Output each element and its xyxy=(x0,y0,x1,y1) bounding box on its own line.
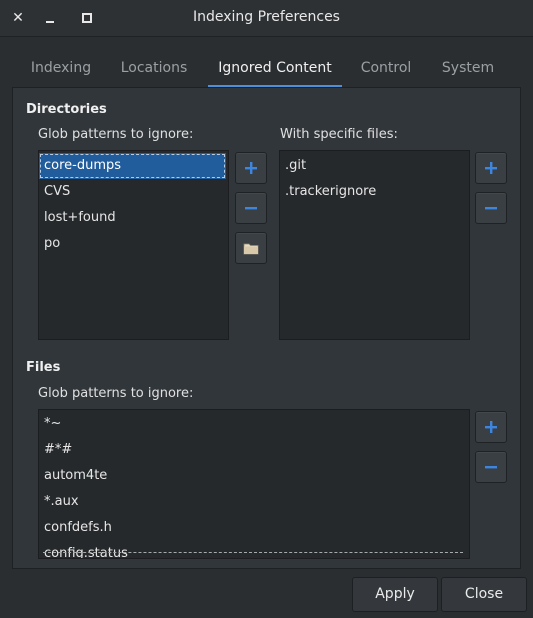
tab-ignored-content[interactable]: Ignored Content xyxy=(208,50,342,86)
choose-folder-button[interactable] xyxy=(235,232,267,264)
list-item[interactable]: po xyxy=(39,231,224,257)
list-item[interactable]: .trackerignore xyxy=(280,179,465,205)
list-item[interactable]: core-dumps xyxy=(39,153,226,179)
files-glob-list[interactable]: *~ #*# autom4te *.aux confdefs.h config.… xyxy=(38,409,470,559)
close-button[interactable]: Close xyxy=(441,577,527,612)
minus-icon xyxy=(485,466,497,469)
tab-indexing[interactable]: Indexing xyxy=(20,50,102,86)
scroll-edge-indicator xyxy=(43,552,463,553)
directories-specific-files-list[interactable]: .git .trackerignore xyxy=(279,150,470,340)
add-file-glob-button[interactable] xyxy=(475,411,507,443)
minus-icon xyxy=(245,207,257,210)
tab-control[interactable]: Control xyxy=(352,50,420,86)
list-item[interactable]: .git xyxy=(280,153,465,179)
list-item[interactable]: *.aux xyxy=(39,489,464,515)
add-specific-file-button[interactable] xyxy=(475,152,507,184)
plus-icon xyxy=(245,162,257,174)
ignored-content-panel: Directories Glob patterns to ignore: Wit… xyxy=(12,87,521,569)
tab-bar: Indexing Locations Ignored Content Contr… xyxy=(12,50,519,88)
remove-file-glob-button[interactable] xyxy=(475,451,507,483)
plus-icon xyxy=(485,421,497,433)
remove-specific-file-button[interactable] xyxy=(475,192,507,224)
directories-glob-label: Glob patterns to ignore: xyxy=(38,127,194,142)
apply-button[interactable]: Apply xyxy=(352,577,438,612)
minus-icon xyxy=(485,207,497,210)
window-title: Indexing Preferences xyxy=(193,9,340,25)
directories-section-title: Directories xyxy=(26,102,107,117)
files-section-title: Files xyxy=(26,360,61,375)
list-item[interactable]: config.status xyxy=(39,541,464,558)
folder-icon xyxy=(243,243,259,255)
files-glob-label: Glob patterns to ignore: xyxy=(38,386,194,401)
title-bar: ✕ Indexing Preferences xyxy=(0,0,533,37)
list-item[interactable]: CVS xyxy=(39,179,224,205)
list-item[interactable]: confdefs.h xyxy=(39,515,464,541)
list-item[interactable]: lost+found xyxy=(39,205,224,231)
directories-specific-label: With specific files: xyxy=(280,127,398,142)
tab-system[interactable]: System xyxy=(432,50,504,86)
directories-glob-list[interactable]: core-dumps CVS lost+found po xyxy=(38,150,229,340)
tab-locations[interactable]: Locations xyxy=(112,50,196,86)
remove-directory-glob-button[interactable] xyxy=(235,192,267,224)
list-item[interactable]: #*# xyxy=(39,437,464,463)
list-item[interactable]: autom4te xyxy=(39,463,464,489)
add-directory-glob-button[interactable] xyxy=(235,152,267,184)
plus-icon xyxy=(485,162,497,174)
list-item[interactable]: *~ xyxy=(39,411,464,437)
